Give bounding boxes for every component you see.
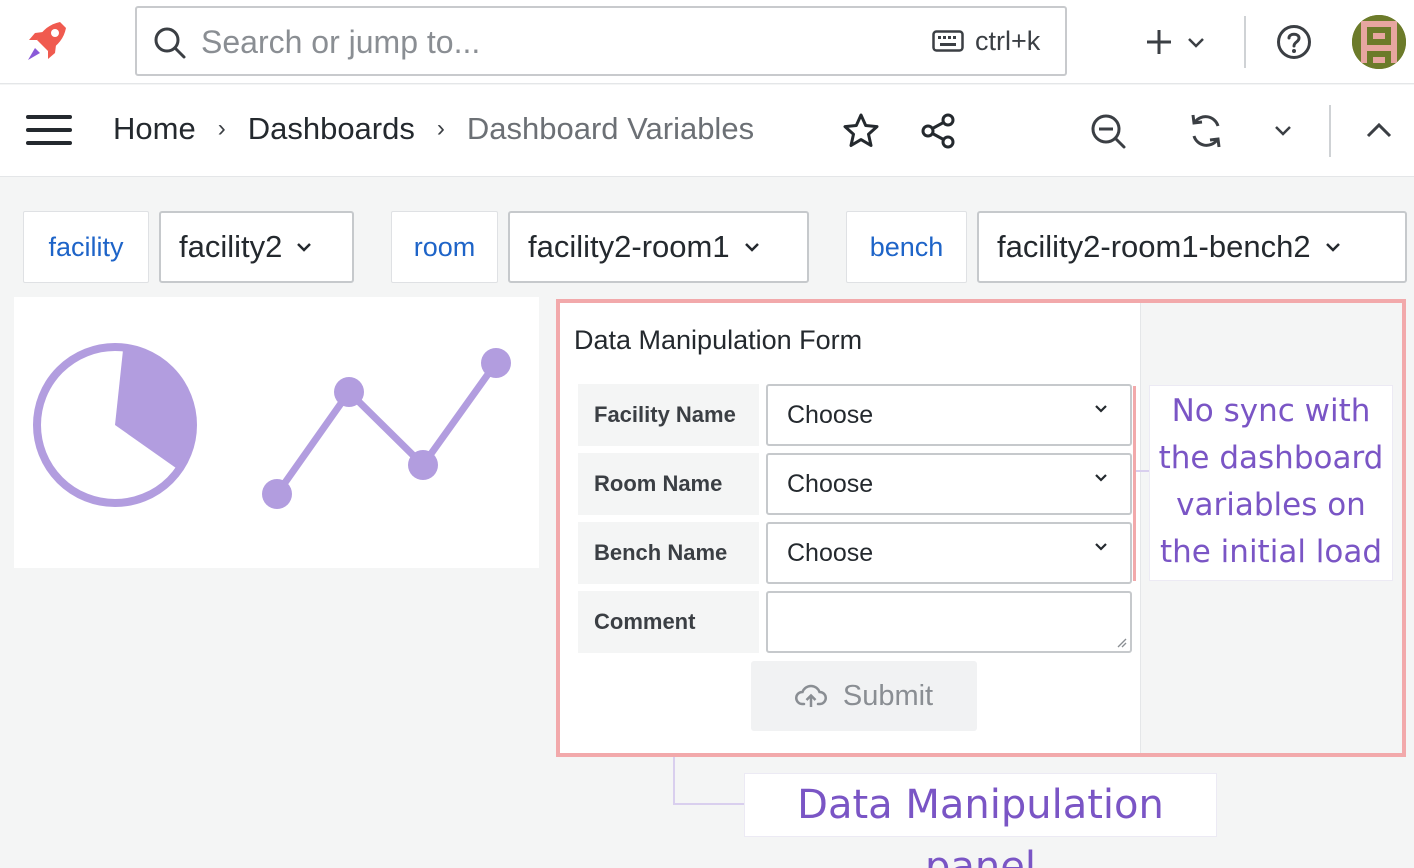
variable-value: facility2 xyxy=(179,229,283,264)
share-icon[interactable] xyxy=(918,111,958,151)
chart-illustration xyxy=(33,343,511,509)
highlight-marker xyxy=(1133,386,1136,581)
chevron-down-icon[interactable] xyxy=(1264,111,1304,151)
comment-textarea[interactable] xyxy=(766,591,1132,653)
line-point xyxy=(481,348,511,378)
breadcrumb-separator: › xyxy=(217,115,226,142)
select-value: Choose xyxy=(787,400,874,429)
search-shortcut: ctrl+k xyxy=(975,26,1041,56)
callout-connector xyxy=(673,803,745,805)
facility-name-label: Facility Name xyxy=(578,384,759,446)
search-placeholder: Search or jump to... xyxy=(201,24,481,60)
plus-icon xyxy=(1147,30,1171,54)
refresh-icon[interactable] xyxy=(1186,111,1226,151)
form-title: Data Manipulation Form xyxy=(574,325,863,355)
line-point xyxy=(408,450,438,480)
bench-name-select[interactable]: Choose xyxy=(766,522,1132,584)
breadcrumb-separator: › xyxy=(436,115,445,142)
bench-name-label: Bench Name xyxy=(578,522,759,584)
callout-connector xyxy=(673,757,675,804)
sync-note-callout: No sync with the dashboard variables on … xyxy=(1150,386,1392,580)
chevron-up-icon[interactable] xyxy=(1359,111,1399,151)
chevron-down-icon xyxy=(1095,543,1107,551)
comment-label: Comment xyxy=(578,591,759,653)
chevron-down-icon xyxy=(744,243,759,252)
cloud-upload-icon xyxy=(794,684,827,707)
room-name-select[interactable]: Choose xyxy=(766,453,1132,515)
select-value: Choose xyxy=(787,538,874,567)
star-icon[interactable] xyxy=(841,111,881,151)
pie-slice xyxy=(115,345,196,472)
submit-button[interactable]: Submit xyxy=(751,661,977,731)
variable-label-facility: facility xyxy=(23,211,149,283)
avatar[interactable] xyxy=(1352,15,1406,69)
variable-select-bench[interactable]: facility2-room1-bench2 xyxy=(977,211,1407,283)
room-name-label: Room Name xyxy=(578,453,759,515)
search-input[interactable]: Search or jump to... ctrl+k xyxy=(135,6,1067,76)
data-manipulation-form: Data Manipulation Form Facility Name Cho… xyxy=(560,303,1141,753)
rocket-logo-icon[interactable] xyxy=(22,18,70,66)
submit-label: Submit xyxy=(842,679,934,712)
variable-label-bench: bench xyxy=(846,211,967,283)
divider xyxy=(1329,105,1331,157)
variable-select-facility[interactable]: facility2 xyxy=(159,211,354,283)
help-icon[interactable] xyxy=(1276,24,1312,60)
breadcrumb-current-dashboard: Dashboard Variables xyxy=(466,111,755,146)
line-chart-icon xyxy=(274,360,499,497)
menu-icon[interactable] xyxy=(26,115,72,145)
variable-select-room[interactable]: facility2-room1 xyxy=(508,211,809,283)
variable-value: facility2-room1-bench2 xyxy=(997,229,1311,264)
select-value: Choose xyxy=(787,469,874,498)
resize-handle-icon[interactable] xyxy=(1117,638,1127,648)
search-icon xyxy=(154,27,186,59)
line-point xyxy=(262,479,292,509)
keyboard-icon xyxy=(932,30,964,52)
callout-connector xyxy=(1136,470,1150,472)
variable-value: facility2-room1 xyxy=(528,229,730,264)
new-menu-button[interactable] xyxy=(1140,22,1210,62)
chevron-down-icon xyxy=(1095,405,1107,413)
breadcrumb-dashboards[interactable]: Dashboards xyxy=(248,111,415,147)
chevron-down-icon xyxy=(297,243,312,252)
top-bar: Search or jump to... ctrl+k xyxy=(0,0,1414,84)
chevron-down-icon xyxy=(1325,243,1340,252)
nav-bar: Home › Dashboards › Dashboard Variables xyxy=(0,85,1414,177)
line-point xyxy=(334,377,364,407)
zoom-out-icon[interactable] xyxy=(1088,111,1128,151)
facility-name-select[interactable]: Choose xyxy=(766,384,1132,446)
visualization-panel xyxy=(14,297,539,568)
panel-name-callout: Data Manipulation panel xyxy=(745,774,1216,868)
breadcrumb-home[interactable]: Home xyxy=(113,111,196,147)
variable-label-room: room xyxy=(391,211,498,283)
breadcrumb: Home › Dashboards › Dashboard Variables xyxy=(113,111,754,147)
chevron-down-icon xyxy=(1188,38,1204,48)
chevron-down-icon xyxy=(1095,474,1107,482)
divider xyxy=(1244,16,1246,68)
